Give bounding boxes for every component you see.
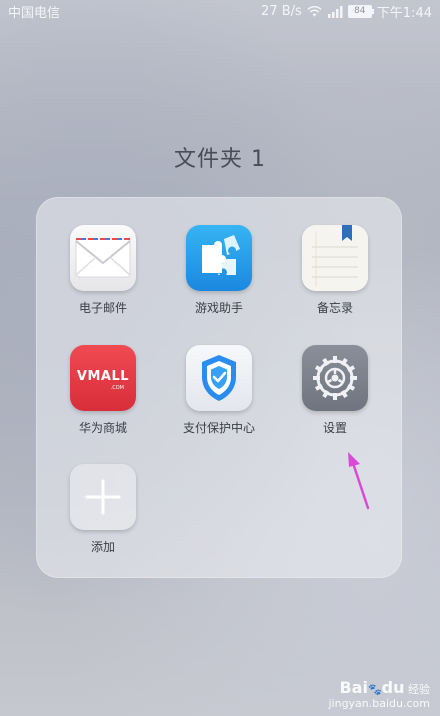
game-assistant-icon <box>186 225 252 291</box>
vmall-logo-text: VMALL <box>76 369 130 384</box>
paw-icon: 🐾 <box>367 683 382 696</box>
battery-icon: 84 <box>347 5 374 18</box>
app-payment-protection[interactable]: 支付保护中心 <box>164 345 274 436</box>
app-add[interactable]: 添加 <box>48 464 158 555</box>
memo-icon <box>302 225 368 291</box>
baidu-watermark: Bai🐾du 经验 jingyan.baidu.com <box>328 678 430 710</box>
vmall-logo-sub: .COM <box>110 385 124 391</box>
vmall-icon: VMALL .COM <box>70 345 136 411</box>
signal-icon <box>327 5 343 18</box>
app-memo[interactable]: 备忘录 <box>280 225 390 316</box>
watermark-paw: du <box>381 678 405 697</box>
mail-icon <box>70 225 136 291</box>
app-label: 设置 <box>322 421 347 435</box>
wifi-icon <box>307 5 322 17</box>
status-right: 27 B/s 84 下午1:44 <box>261 2 432 21</box>
watermark-url: jingyan.baidu.com <box>328 697 430 710</box>
network-speed: 27 B/s <box>261 4 302 19</box>
app-email[interactable]: 电子邮件 <box>48 225 158 316</box>
app-label: 备忘录 <box>316 301 353 315</box>
folder-panel: 电子邮件 游戏助手 备忘录 VMALL .COM 华为商城 支付保护中心 设置 … <box>36 197 402 578</box>
status-bar: 中国电信 27 B/s 84 下午1:44 <box>0 0 440 22</box>
watermark-suffix: 经验 <box>408 683 430 696</box>
app-vmall[interactable]: VMALL .COM 华为商城 <box>48 345 158 436</box>
app-settings[interactable]: 设置 <box>280 345 390 436</box>
settings-icon <box>302 345 368 411</box>
app-game-assistant[interactable]: 游戏助手 <box>164 225 274 316</box>
carrier-name: 中国电信 <box>8 6 61 21</box>
app-label: 电子邮件 <box>78 301 127 315</box>
clock: 下午1:44 <box>376 6 432 21</box>
app-label: 游戏助手 <box>194 301 243 315</box>
watermark-brand: Bai <box>339 678 368 697</box>
app-label: 添加 <box>90 540 115 554</box>
folder-title[interactable]: 文件夹 1 <box>0 141 440 173</box>
app-label: 支付保护中心 <box>182 421 255 435</box>
payment-protection-icon <box>186 345 252 411</box>
app-label: 华为商城 <box>78 421 127 435</box>
annotation-arrow-icon <box>348 452 370 510</box>
add-icon <box>70 464 136 530</box>
